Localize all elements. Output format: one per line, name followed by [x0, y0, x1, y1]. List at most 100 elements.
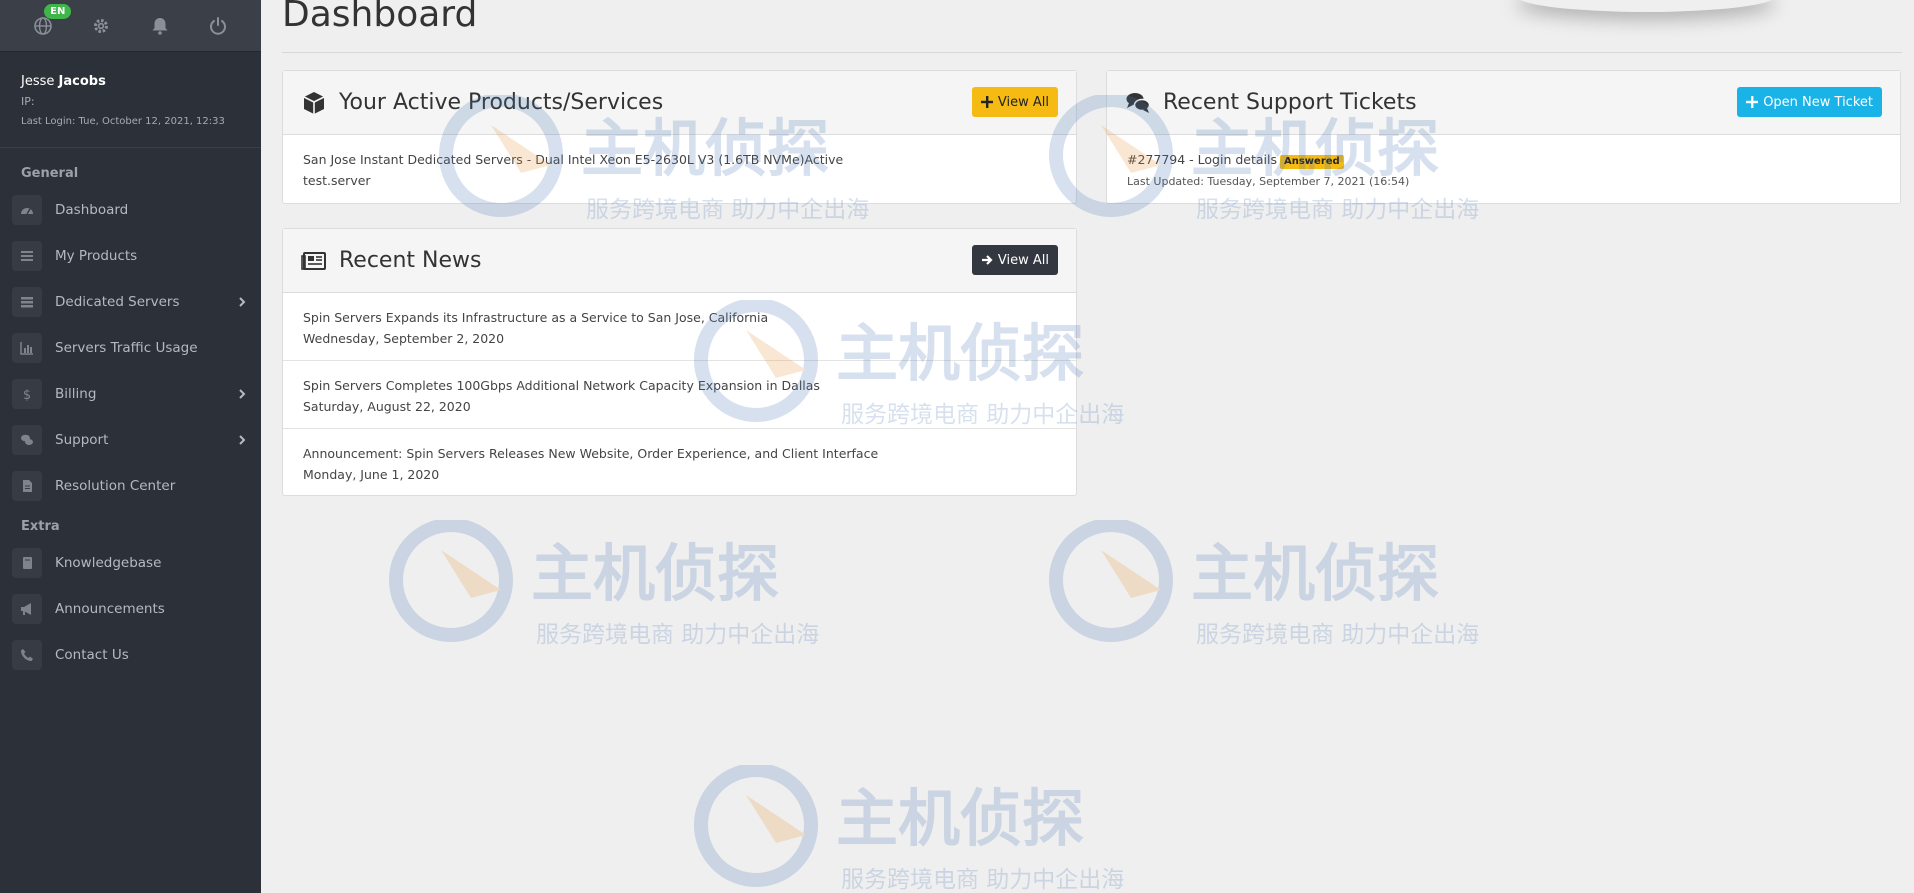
product-row[interactable]: San Jose Instant Dedicated Servers - Dua… — [283, 135, 1076, 202]
title-divider — [282, 52, 1902, 53]
recent-news-title: Recent News — [339, 248, 482, 273]
chevron-right-icon — [239, 435, 246, 445]
newspaper-icon — [301, 248, 327, 274]
gear-icon — [94, 18, 109, 33]
news-item-title: Announcement: Spin Servers Releases New … — [303, 446, 879, 461]
sidebar-item-support[interactable]: Support — [0, 417, 261, 463]
sidebar-item-label: My Products — [55, 248, 138, 264]
plus-icon — [1746, 96, 1759, 108]
section-extra-heading: Extra — [21, 519, 60, 534]
open-new-ticket-label: Open New Ticket — [1763, 94, 1873, 110]
main-content: Dashboard Your Active Products/Services … — [261, 0, 1914, 893]
recent-news-header: Recent News View All — [283, 229, 1076, 293]
news-view-all-button[interactable]: View All — [971, 245, 1058, 275]
language-badge: EN — [44, 3, 72, 19]
dashboard-icon — [12, 195, 42, 225]
user-last-name: Jacobs — [58, 74, 106, 89]
ticket-subject: #277794 - Login details — [1127, 152, 1277, 167]
sidebar-item-label: Knowledgebase — [55, 555, 162, 571]
chevron-right-icon — [239, 297, 246, 307]
products-view-all-button[interactable]: View All — [971, 87, 1058, 117]
sidebar-item-resolution-center[interactable]: Resolution Center — [0, 463, 261, 509]
news-item-title: Spin Servers Completes 100Gbps Additiona… — [303, 378, 820, 393]
active-products-panel: Your Active Products/Services View All S… — [282, 70, 1077, 204]
comments-icon — [12, 425, 42, 455]
support-tickets-title: Recent Support Tickets — [1163, 90, 1417, 115]
notifications-button[interactable] — [147, 13, 173, 39]
product-status: Active — [804, 152, 844, 167]
last-login: Last Login: Tue, October 12, 2021, 12:33 — [21, 116, 225, 127]
sidebar-item-label: Contact Us — [55, 647, 129, 663]
products-view-all-label: View All — [997, 94, 1049, 110]
watermark-brand: 主机侦探 — [531, 537, 779, 610]
logout-button[interactable] — [205, 13, 231, 39]
watermark: 主机侦探服务跨境电商 助力中企出海 — [1041, 518, 1511, 660]
sidebar-topbar: EN — [0, 0, 261, 52]
sidebar-item-label: Resolution Center — [55, 478, 176, 494]
news-item[interactable]: Announcement: Spin Servers Releases New … — [283, 429, 1076, 496]
sidebar-item-label: Dedicated Servers — [55, 294, 180, 310]
book-icon — [12, 548, 42, 578]
sidebar-item-billing[interactable]: $ Billing — [0, 371, 261, 417]
dollar-icon: $ — [12, 379, 42, 409]
settings-button[interactable] — [88, 13, 114, 39]
recent-news-panel: Recent News View All Spin Servers Expand… — [282, 228, 1077, 496]
news-item-date: Wednesday, September 2, 2020 — [303, 331, 505, 346]
phone-icon — [12, 640, 42, 670]
list-icon — [12, 241, 42, 271]
sidebar-item-label: Dashboard — [55, 202, 129, 218]
sidebar-item-dashboard[interactable]: Dashboard — [0, 187, 261, 233]
ticket-status-badge: Answered — [1280, 155, 1344, 169]
ticket-last-updated: Last Updated: Tuesday, September 7, 2021… — [1127, 175, 1410, 188]
svg-text:$: $ — [23, 388, 31, 401]
sidebar-item-label: Billing — [55, 386, 97, 402]
sidebar-item-label: Servers Traffic Usage — [55, 340, 198, 356]
sidebar-item-dedicated-servers[interactable]: Dedicated Servers — [0, 279, 261, 325]
sidebar-item-label: Support — [55, 432, 109, 448]
news-item[interactable]: Spin Servers Expands its Infrastructure … — [283, 293, 1076, 361]
sidebar-item-label: Announcements — [55, 601, 165, 617]
language-switcher[interactable]: EN — [30, 3, 72, 39]
active-products-header: Your Active Products/Services View All — [283, 71, 1076, 135]
news-item-title: Spin Servers Expands its Infrastructure … — [303, 310, 769, 325]
power-icon — [209, 16, 226, 35]
comments-icon — [1125, 90, 1151, 116]
user-ip: IP: — [21, 95, 35, 108]
watermark-slogan: 服务跨境电商 助力中企出海 — [536, 622, 819, 648]
section-general-heading: General — [21, 166, 79, 181]
support-tickets-panel: Recent Support Tickets Open New Ticket #… — [1106, 70, 1901, 204]
product-name: San Jose Instant Dedicated Servers - Dua… — [303, 152, 805, 167]
sidebar-item-knowledgebase[interactable]: Knowledgebase — [0, 540, 261, 586]
open-new-ticket-button[interactable]: Open New Ticket — [1737, 87, 1882, 117]
watermark-slogan: 服务跨境电商 助力中企出海 — [1196, 622, 1479, 648]
product-hostname: test.server — [303, 173, 371, 188]
watermark: 主机侦探服务跨境电商 助力中企出海 — [381, 518, 851, 660]
server-icon — [12, 287, 42, 317]
sidebar-item-my-products[interactable]: My Products — [0, 233, 261, 279]
sidebar: EN Jesse Jacobs IP: Last Login: Tue, Oct… — [0, 0, 261, 893]
ticket-row[interactable]: #277794 - Login details Answered Last Upd… — [1107, 135, 1900, 203]
sidebar-item-announcements[interactable]: Announcements — [0, 586, 261, 632]
news-view-all-label: View All — [997, 252, 1049, 268]
watermark-brand: 主机侦探 — [836, 782, 1084, 855]
watermark-brand: 主机侦探 — [1191, 537, 1439, 610]
sidebar-item-traffic-usage[interactable]: Servers Traffic Usage — [0, 325, 261, 371]
page-title: Dashboard — [282, 0, 478, 35]
document-icon — [12, 471, 42, 501]
bell-icon — [152, 17, 168, 35]
user-first-name: Jesse — [21, 74, 55, 89]
news-item[interactable]: Spin Servers Completes 100Gbps Additiona… — [283, 361, 1076, 429]
news-item-date: Saturday, August 22, 2020 — [303, 399, 471, 414]
plus-icon — [980, 96, 993, 108]
arrow-right-icon — [981, 255, 993, 265]
sidebar-item-contact-us[interactable]: Contact Us — [0, 632, 261, 678]
news-item-date: Monday, June 1, 2020 — [303, 467, 440, 482]
support-tickets-header: Recent Support Tickets Open New Ticket — [1107, 71, 1900, 135]
user-info: Jesse Jacobs IP: Last Login: Tue, Octobe… — [0, 52, 261, 148]
watermark-slogan: 服务跨境电商 助力中企出海 — [841, 867, 1124, 893]
user-name: Jesse Jacobs — [21, 74, 240, 89]
bullhorn-icon — [12, 594, 42, 624]
cube-icon — [301, 90, 327, 116]
popup-shadow — [1516, 0, 1776, 12]
chevron-right-icon — [239, 389, 246, 399]
